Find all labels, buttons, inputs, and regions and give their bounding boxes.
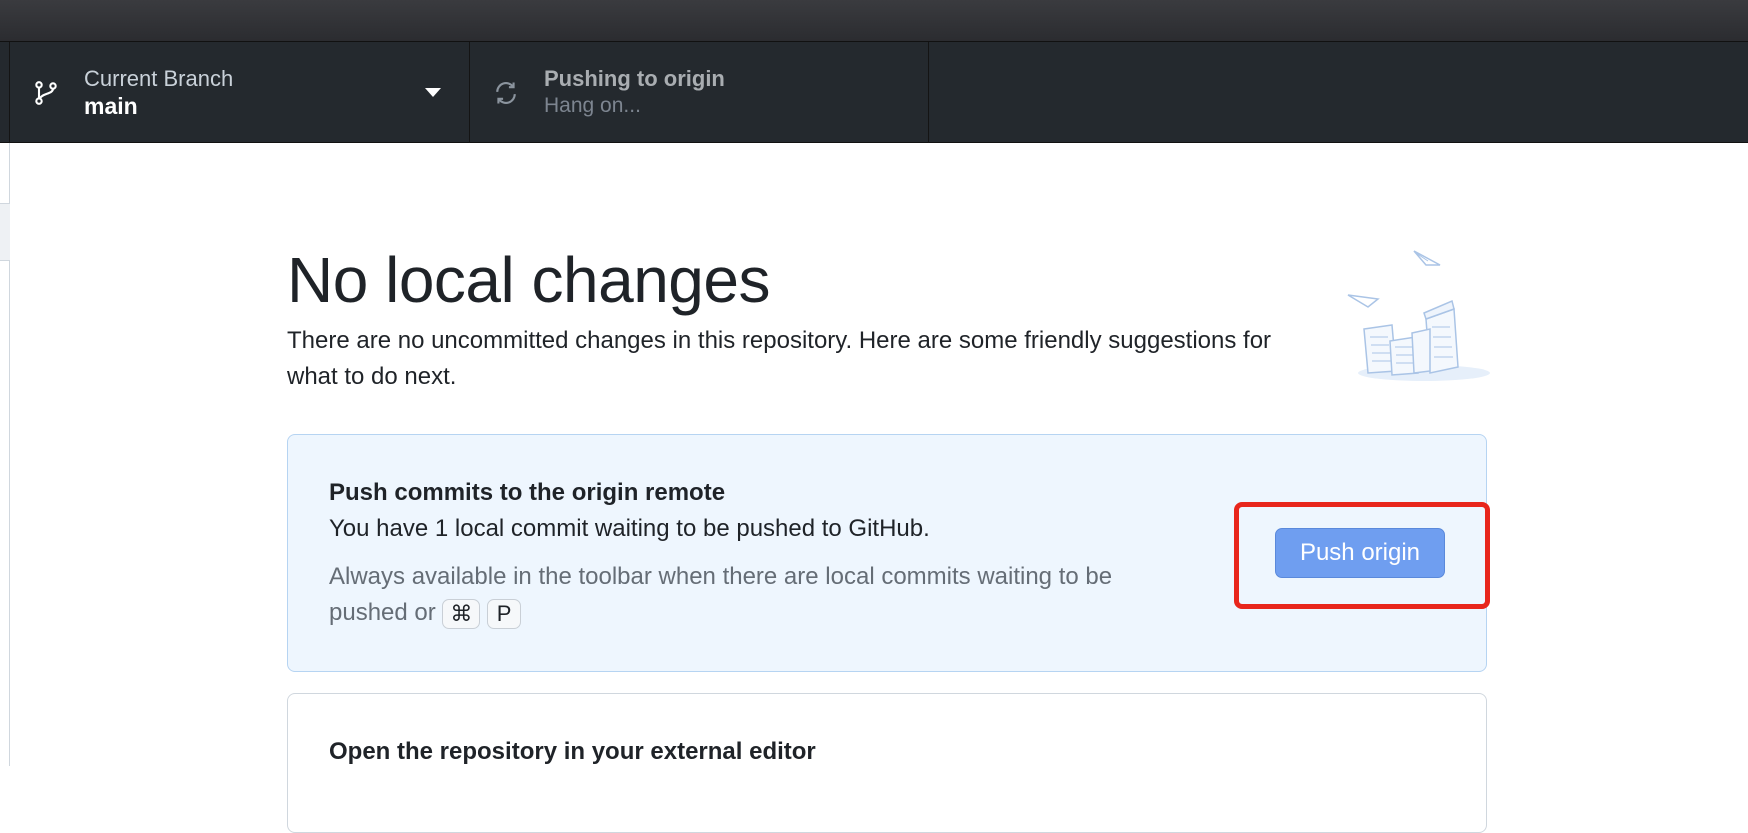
push-card-title: Push commits to the origin remote bbox=[329, 479, 726, 506]
current-branch-button[interactable]: Current Branch main bbox=[10, 42, 470, 143]
sync-icon bbox=[496, 81, 516, 104]
push-origin-button[interactable]: Push origin bbox=[1275, 528, 1445, 578]
chevron-down-icon bbox=[425, 88, 441, 97]
page-title: No local changes bbox=[287, 244, 770, 316]
push-status-subtitle: Hang on... bbox=[544, 93, 641, 117]
p-key-badge: P bbox=[487, 598, 522, 629]
page-description: There are no uncommitted changes in this… bbox=[287, 327, 1272, 390]
push-card-hint: Always available in the toolbar when the… bbox=[329, 559, 1189, 631]
window-titlebar bbox=[0, 0, 1748, 42]
push-card-description: You have 1 local commit waiting to be pu… bbox=[329, 515, 930, 542]
toolbar: Current Branch main Pushing to origin Ha… bbox=[0, 42, 1748, 143]
push-status-title: Pushing to origin bbox=[544, 65, 725, 91]
current-branch-label: Current Branch bbox=[84, 65, 234, 91]
paper-stacks-illustration bbox=[1347, 250, 1490, 381]
toolbar-left-edge bbox=[0, 42, 10, 143]
open-editor-card: Open the repository in your external edi… bbox=[287, 693, 1487, 833]
git-branch-icon bbox=[35, 80, 57, 105]
sidebar-selected-tab[interactable] bbox=[0, 203, 10, 261]
push-commits-card: Push commits to the origin remote You ha… bbox=[287, 434, 1487, 672]
push-status-button[interactable]: Pushing to origin Hang on... bbox=[470, 42, 929, 143]
editor-card-title: Open the repository in your external edi… bbox=[329, 738, 816, 765]
command-key-badge: ⌘ bbox=[442, 598, 481, 629]
current-branch-name: main bbox=[84, 92, 138, 119]
